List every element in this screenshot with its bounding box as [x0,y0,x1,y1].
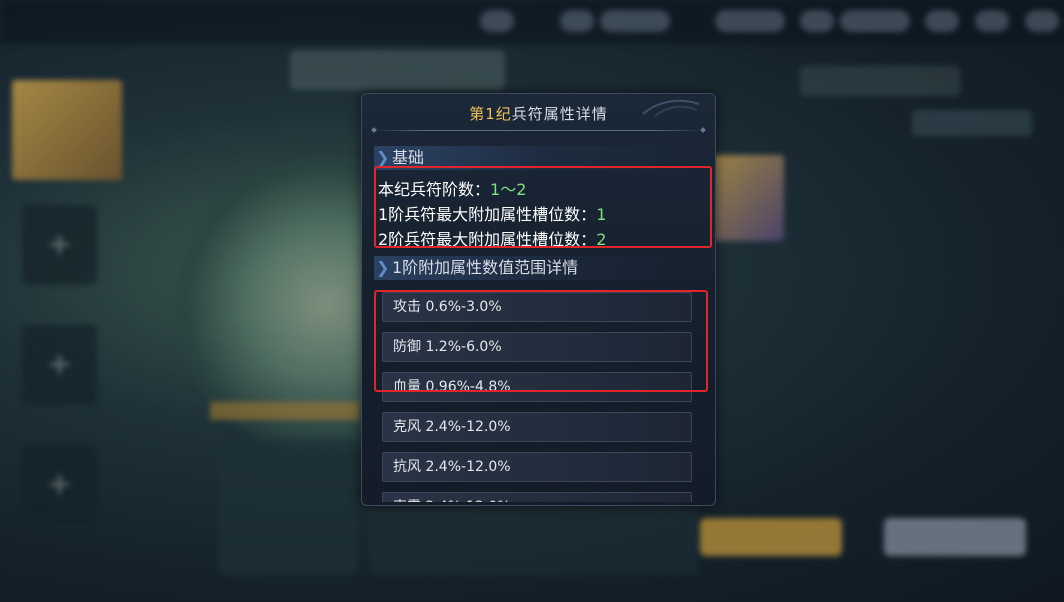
resource-icon [840,10,910,32]
section-title: 1阶附加属性数值范围详情 [392,258,579,277]
resource-icon [480,10,514,32]
bg-button [912,110,1032,136]
close-icon [1025,10,1059,32]
resource-icon [800,10,834,32]
bg-button [884,518,1026,556]
title-text: 兵符属性详情 [511,105,608,123]
top-resource-bar [0,0,1064,44]
bg-slot: + [22,205,97,285]
range-row-thunder-counter: 克雷 2.4%-12.0% [382,492,692,502]
resource-icon [715,10,785,32]
range-row-wind-counter: 克风 2.4%-12.0% [382,412,692,442]
mail-icon [975,10,1009,32]
bg-button [700,518,842,556]
bg-card [12,80,122,180]
bg-bar [210,402,360,420]
swirl-ornament-icon [642,99,700,117]
highlight-box-basic [374,166,712,248]
bg-slot: + [22,445,97,525]
bg-title [800,66,960,96]
title-divider [372,130,705,131]
resource-icon [925,10,959,32]
bg-card [712,155,784,241]
chevron-right-icon: ❯ [376,258,390,277]
range-row-wind-resist: 抗风 2.4%-12.0% [382,452,692,482]
section-title: 基础 [392,148,425,167]
title-era: 第1纪 [469,105,512,123]
bg-slot: + [22,325,97,405]
bg-title [290,50,505,90]
resource-icon [560,10,594,32]
highlight-box-ranges [374,290,708,392]
bg-panel [218,440,358,575]
section-header-ranges: ❯ 1阶附加属性数值范围详情 [374,256,692,280]
resource-icon [600,10,670,32]
